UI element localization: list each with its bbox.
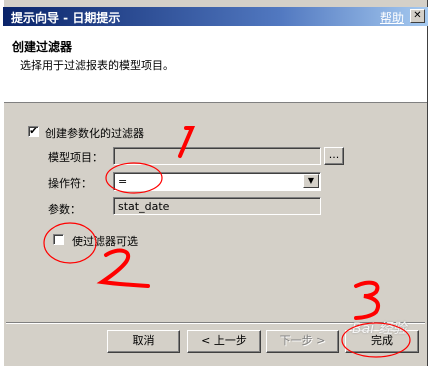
header-panel: 创建过滤器 选择用于过滤报表的模型项目。: [4, 26, 427, 103]
model-item-field[interactable]: [113, 147, 321, 165]
close-button[interactable]: ✕: [410, 9, 425, 23]
create-filter-label: 创建参数化的过滤器: [45, 127, 144, 140]
param-label: 参数：: [48, 203, 81, 216]
create-filter-checkbox[interactable]: ✔: [28, 126, 39, 137]
header-title: 创建过滤器: [12, 40, 73, 54]
operator-select[interactable]: = ▼: [113, 172, 321, 191]
next-button[interactable]: 下一步 >: [266, 330, 339, 353]
header-subtitle: 选择用于过滤报表的模型项目。: [20, 59, 174, 72]
browse-button[interactable]: ...: [324, 147, 344, 165]
dropdown-arrow-icon[interactable]: ▼: [303, 174, 319, 188]
operator-value: =: [118, 175, 128, 188]
watermark: Bai 经验: [352, 321, 407, 337]
help-link[interactable]: 帮助: [380, 9, 404, 26]
cancel-button[interactable]: 取消: [107, 330, 180, 353]
param-field: stat_date: [113, 197, 321, 215]
optional-filter-label: 使过滤器可选: [72, 235, 138, 248]
window-title: 提示向导 - 日期提示: [11, 11, 121, 25]
back-button[interactable]: < 上一步: [187, 330, 261, 353]
title-bar: 提示向导 - 日期提示 帮助 ✕: [3, 7, 428, 26]
operator-label: 操作符：: [48, 177, 92, 190]
model-item-label: 模型项目：: [48, 151, 103, 164]
optional-filter-checkbox[interactable]: [53, 234, 64, 245]
